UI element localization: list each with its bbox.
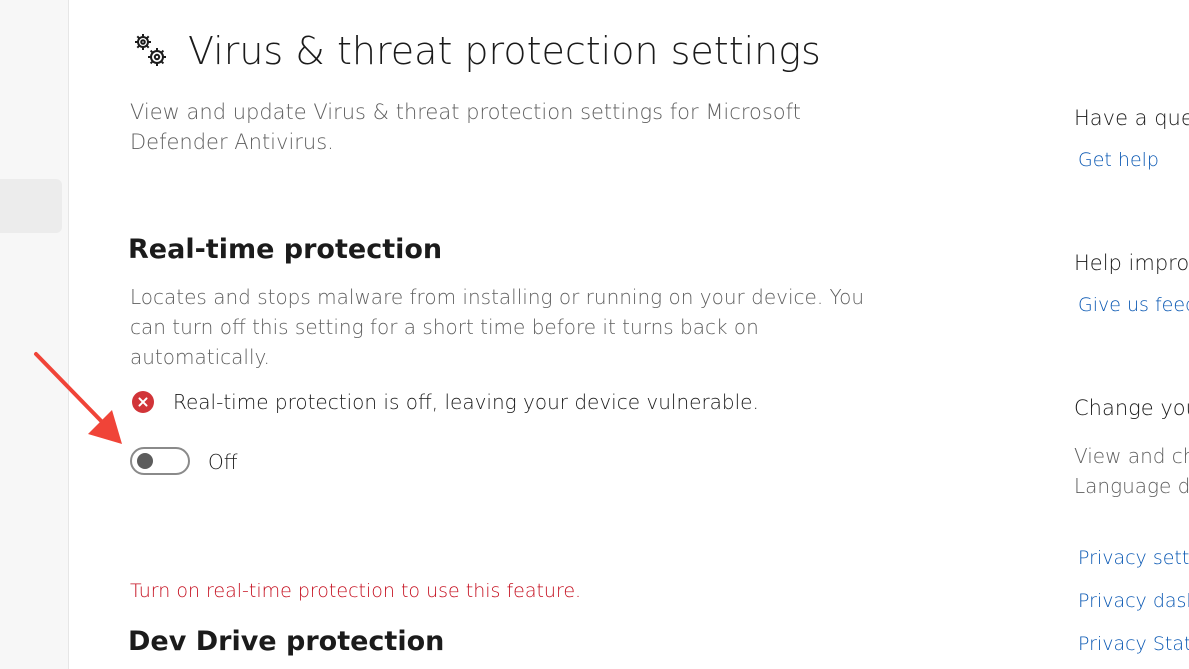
realtime-status-row: Real-time protection is off, leaving you… (132, 389, 759, 415)
privacy-dashboard-link[interactable]: Privacy dash (1078, 587, 1189, 615)
toggle-knob (137, 453, 153, 469)
get-help-link[interactable]: Get help (1078, 146, 1159, 174)
rail-improve-heading: Help improv (1074, 251, 1189, 275)
realtime-protection-heading: Real-time protection (128, 234, 443, 265)
page-description: View and update Virus & threat protectio… (130, 100, 801, 154)
privacy-statement-link[interactable]: Privacy State (1078, 630, 1189, 658)
realtime-protection-toggle[interactable] (130, 447, 190, 475)
error-x-icon (132, 391, 154, 413)
left-nav-pane (0, 0, 69, 669)
toggle-state-label: Off (208, 450, 238, 474)
rail-privacy-heading: Change you (1074, 396, 1189, 420)
rail-privacy-body: View and ch for your Wi Language d (1074, 444, 1189, 498)
privacy-settings-link[interactable]: Privacy setti (1078, 544, 1189, 572)
right-rail: Have a ques Get help Help improv Give us… (1074, 0, 1189, 669)
page-title: Virus & threat protection settings (188, 29, 821, 73)
nav-item-selected[interactable] (0, 179, 62, 233)
realtime-protection-description: Locates and stops malware from installin… (130, 285, 865, 369)
realtime-required-warning: Turn on real-time protection to use this… (130, 580, 582, 602)
dev-drive-protection-heading: Dev Drive protection (128, 626, 445, 657)
give-feedback-link[interactable]: Give us feed (1078, 291, 1189, 319)
gears-icon (135, 34, 166, 66)
annotation-arrow-icon (34, 352, 122, 444)
realtime-status-text: Real-time protection is off, leaving you… (173, 390, 759, 414)
rail-question-heading: Have a ques (1074, 106, 1189, 130)
